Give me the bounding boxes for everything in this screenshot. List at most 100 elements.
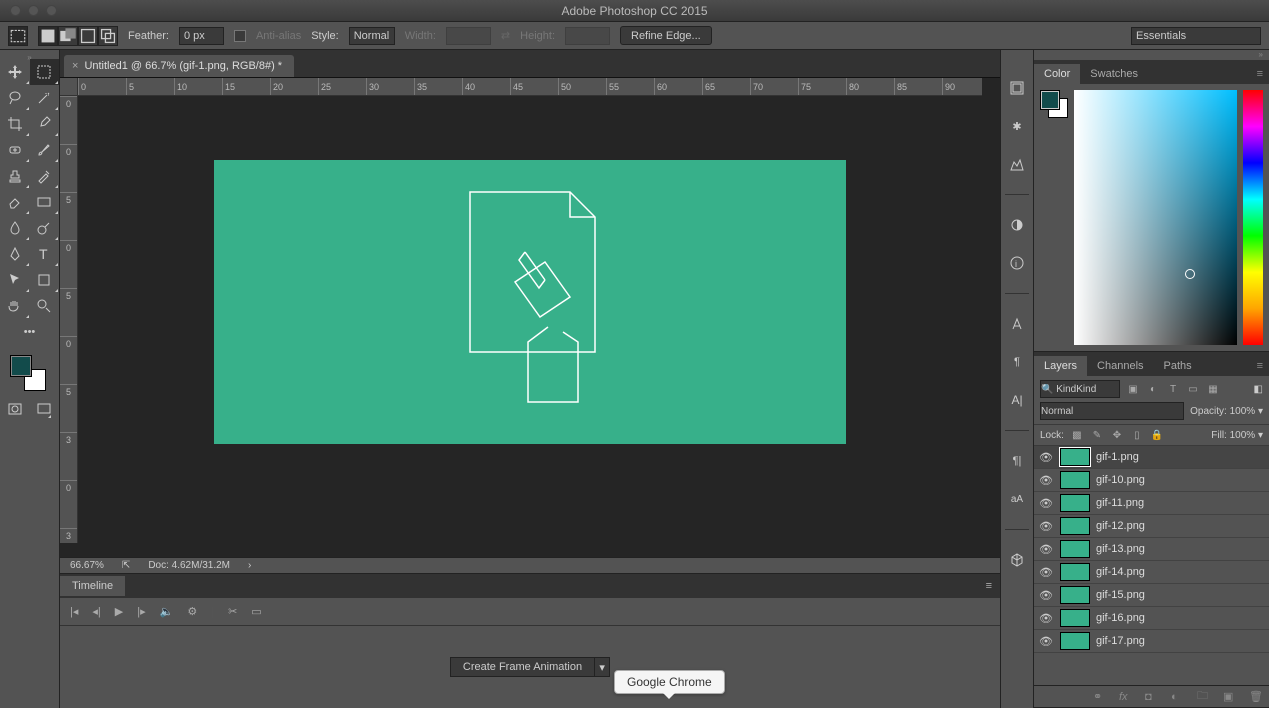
layer-thumbnail[interactable] xyxy=(1060,540,1090,558)
layer-name[interactable]: gif-12.png xyxy=(1096,520,1145,532)
delete-layer-icon[interactable]: 🗑 xyxy=(1249,690,1263,703)
history-panel-icon[interactable] xyxy=(1007,78,1027,98)
color-swatches[interactable] xyxy=(0,351,59,395)
lasso-tool-icon[interactable] xyxy=(0,85,30,111)
layer-row[interactable]: 👁gif-15.png xyxy=(1034,584,1269,607)
selection-subtract-icon[interactable] xyxy=(78,26,98,46)
foreground-color-swatch[interactable] xyxy=(10,355,32,377)
layer-row[interactable]: 👁 gif-12.png xyxy=(1034,515,1269,538)
timeline-tab[interactable]: Timeline xyxy=(60,576,125,596)
glyphs-panel-icon[interactable]: aA xyxy=(1007,489,1027,509)
layer-thumbnail[interactable] xyxy=(1060,609,1090,627)
first-frame-icon[interactable]: |◂ xyxy=(70,605,78,618)
play-icon[interactable]: ▶ xyxy=(115,605,123,618)
tab-color[interactable]: Color xyxy=(1034,64,1080,84)
type-tool-icon[interactable]: T xyxy=(30,241,60,267)
move-tool-icon[interactable] xyxy=(0,59,30,85)
selection-add-icon[interactable] xyxy=(58,26,78,46)
info-panel-icon[interactable]: i xyxy=(1007,253,1027,273)
filter-shape-icon[interactable]: ▭ xyxy=(1186,382,1200,396)
layer-name[interactable]: gif-15.png xyxy=(1096,589,1145,601)
color-picker-field[interactable] xyxy=(1074,90,1237,345)
visibility-icon[interactable]: 👁 xyxy=(1038,451,1054,464)
lock-all-icon[interactable]: 🔒 xyxy=(1150,428,1164,442)
layer-list[interactable]: 👁gif-1.png👁gif-10.png👁gif-11.png👁gif-12.… xyxy=(1034,446,1269,685)
layer-row[interactable]: 👁gif-16.png xyxy=(1034,607,1269,630)
layer-thumbnail[interactable] xyxy=(1060,563,1090,581)
filter-type-icon[interactable]: T xyxy=(1166,382,1180,396)
blur-tool-icon[interactable] xyxy=(0,215,30,241)
export-icon[interactable]: ⇱ xyxy=(122,560,130,571)
properties-panel-icon[interactable]: ✱ xyxy=(1007,116,1027,136)
marquee-tool-icon[interactable] xyxy=(30,59,60,85)
eraser-tool-icon[interactable] xyxy=(0,189,30,215)
window-minimize-icon[interactable] xyxy=(28,5,39,16)
window-zoom-icon[interactable] xyxy=(46,5,57,16)
layer-fx-icon[interactable]: fx xyxy=(1119,691,1133,703)
style-select[interactable]: Normal xyxy=(349,27,395,45)
layer-name[interactable]: gif-11.png xyxy=(1096,497,1144,509)
chevron-right-icon[interactable]: › xyxy=(248,560,251,571)
color-panel-menu-icon[interactable]: ≡ xyxy=(1251,64,1269,84)
layer-row[interactable]: 👁gif-14.png xyxy=(1034,561,1269,584)
layer-thumbnail[interactable] xyxy=(1060,517,1090,535)
visibility-icon[interactable]: 👁 xyxy=(1038,543,1054,556)
dodge-tool-icon[interactable] xyxy=(30,215,60,241)
hand-tool-icon[interactable] xyxy=(0,293,30,319)
histogram-panel-icon[interactable] xyxy=(1007,154,1027,174)
audio-icon[interactable]: 🔈 xyxy=(160,605,174,618)
layer-name[interactable]: gif-17.png xyxy=(1096,635,1145,647)
gradient-tool-icon[interactable] xyxy=(30,189,60,215)
layer-thumbnail[interactable] xyxy=(1060,448,1090,466)
visibility-icon[interactable]: 👁 xyxy=(1038,520,1054,533)
mini-color-swatch[interactable] xyxy=(1040,90,1068,118)
layer-row[interactable]: 👁gif-10.png xyxy=(1034,469,1269,492)
canvas-background[interactable] xyxy=(78,96,982,543)
doc-info[interactable]: Doc: 4.62M/31.2M xyxy=(148,560,230,571)
artboard[interactable] xyxy=(214,160,846,444)
tab-paths[interactable]: Paths xyxy=(1154,356,1202,376)
layer-thumbnail[interactable] xyxy=(1060,494,1090,512)
tab-layers[interactable]: Layers xyxy=(1034,356,1087,376)
selection-new-icon[interactable] xyxy=(38,26,58,46)
more-tools-icon[interactable]: ••• xyxy=(0,319,59,345)
split-icon[interactable]: ✂ xyxy=(228,605,237,618)
tab-swatches[interactable]: Swatches xyxy=(1080,64,1148,84)
refine-edge-button[interactable]: Refine Edge... xyxy=(620,26,712,45)
create-animation-dropdown-icon[interactable]: ▾ xyxy=(594,657,610,677)
paragraph-panel-icon[interactable]: ¶ xyxy=(1007,352,1027,372)
filter-smart-icon[interactable]: ▦ xyxy=(1206,382,1220,396)
eyedropper-tool-icon[interactable] xyxy=(30,111,60,137)
brush-tool-icon[interactable] xyxy=(30,137,60,163)
crop-tool-icon[interactable] xyxy=(0,111,30,137)
fill-value[interactable]: 100% xyxy=(1230,430,1256,441)
visibility-icon[interactable]: 👁 xyxy=(1038,635,1054,648)
lock-artboard-icon[interactable]: ▯ xyxy=(1130,428,1144,442)
layer-mask-icon[interactable]: ◘ xyxy=(1145,691,1159,703)
transition-icon[interactable]: ▭ xyxy=(251,605,261,618)
layer-name[interactable]: gif-16.png xyxy=(1096,612,1145,624)
quickmask-icon[interactable] xyxy=(7,399,23,419)
lock-position-icon[interactable]: ✥ xyxy=(1110,428,1124,442)
layer-row[interactable]: 👁gif-1.png xyxy=(1034,446,1269,469)
zoom-level[interactable]: 66.67% xyxy=(70,560,104,571)
screenmode-icon[interactable] xyxy=(36,399,52,419)
visibility-icon[interactable]: 👁 xyxy=(1038,474,1054,487)
create-frame-animation-button[interactable]: Create Frame Animation xyxy=(450,657,595,677)
selection-intersect-icon[interactable] xyxy=(98,26,118,46)
adjustment-layer-icon[interactable]: ◐ xyxy=(1171,691,1185,703)
filter-image-icon[interactable]: ▣ xyxy=(1126,382,1140,396)
adjustments-panel-icon[interactable] xyxy=(1007,215,1027,235)
3d-panel-icon[interactable] xyxy=(1007,550,1027,570)
stamp-tool-icon[interactable] xyxy=(0,163,30,189)
filter-toggle-icon[interactable]: ◧ xyxy=(1254,384,1263,395)
tab-channels[interactable]: Channels xyxy=(1087,356,1153,376)
lock-transparency-icon[interactable]: ▩ xyxy=(1070,428,1084,442)
layer-row[interactable]: 👁gif-13.png xyxy=(1034,538,1269,561)
tool-preset-icon[interactable] xyxy=(8,26,28,46)
settings-icon[interactable]: ⚙ xyxy=(187,605,197,618)
pen-tool-icon[interactable] xyxy=(0,241,30,267)
lock-pixels-icon[interactable]: ✎ xyxy=(1090,428,1104,442)
healing-tool-icon[interactable] xyxy=(0,137,30,163)
window-close-icon[interactable] xyxy=(10,5,21,16)
